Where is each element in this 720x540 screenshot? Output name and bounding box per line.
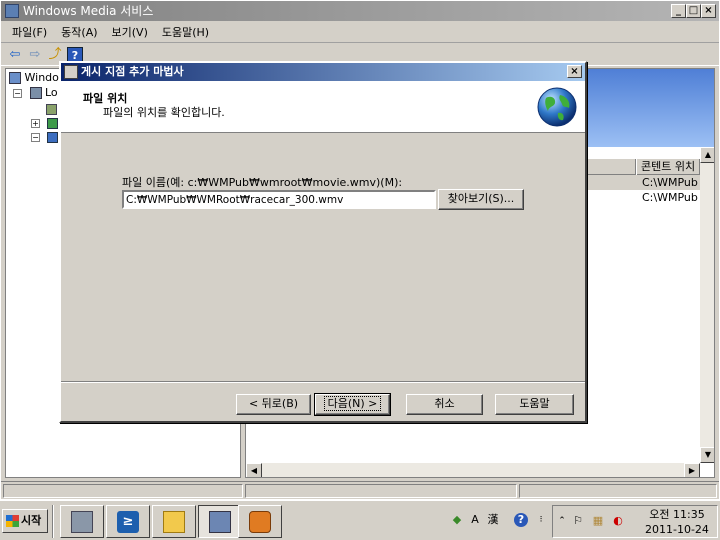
tree-item-child-2[interactable]: + (31, 116, 58, 129)
ime-mode[interactable]: A (468, 513, 482, 527)
ime-hanja[interactable]: 漢 (486, 513, 500, 527)
volume-muted-icon[interactable]: ◐ (611, 514, 625, 528)
powershell-icon: ≥ (117, 511, 139, 533)
clock[interactable]: 오전 11:35 2011-10-24 (645, 507, 709, 537)
help-button[interactable]: 도움말 (495, 394, 574, 415)
main-title-bar[interactable]: Windows Media 서비스 _ □ × (1, 1, 719, 21)
menu-file[interactable]: 파일(F) (5, 24, 54, 40)
next-button-label: 다음(N) > (323, 396, 382, 411)
horizontal-scrollbar[interactable]: ◀ ▶ (246, 463, 700, 477)
taskbar-divider (52, 505, 54, 538)
wizard-page-subtitle: 파일의 위치를 확인합니다. (103, 106, 225, 119)
language-bar: ◆ A 漢 ? ⁝ (446, 505, 550, 538)
status-bar (1, 481, 719, 499)
dialog-title-bar[interactable]: 게시 지점 추가 마법사 × (61, 63, 585, 81)
node-icon (46, 103, 57, 115)
back-button[interactable]: < 뒤로(B) (236, 394, 311, 415)
wizard-header: 파일 위치 파일의 위치를 확인합니다. (61, 81, 585, 133)
wizard-icon (64, 65, 78, 79)
scroll-right-icon[interactable]: ▶ (684, 463, 700, 477)
tree-item-root-label: Windo (24, 71, 59, 84)
ime-status-icon[interactable]: ◆ (450, 513, 464, 527)
server-icon (29, 87, 42, 99)
forward-arrow-icon[interactable]: ⇨ (27, 47, 43, 63)
show-hidden-icons-icon[interactable]: ⌃ (555, 514, 569, 528)
media-services-icon (9, 72, 21, 84)
globe-icon (537, 87, 577, 127)
scroll-left-icon[interactable]: ◀ (246, 463, 262, 477)
next-button[interactable]: 다음(N) > (314, 393, 391, 416)
menu-help[interactable]: 도움말(H) (155, 24, 216, 40)
taskbar-powershell[interactable]: ≥ (106, 505, 150, 538)
on-demand-icon (46, 131, 58, 143)
folder-icon (163, 511, 185, 533)
ime-help-icon[interactable]: ? (514, 513, 528, 527)
status-segment (3, 484, 243, 498)
close-button[interactable]: × (701, 4, 716, 18)
expand-icon[interactable]: + (31, 118, 40, 128)
maximize-button[interactable]: □ (686, 4, 701, 18)
network-icon[interactable]: ▦ (591, 514, 605, 528)
collapse-icon[interactable]: − (31, 132, 40, 142)
collapse-icon[interactable]: − (13, 88, 22, 98)
action-center-flag-icon[interactable]: ⚐ (571, 514, 585, 528)
windows-media-services-icon (209, 511, 231, 533)
menu-view[interactable]: 보기(V) (105, 24, 155, 40)
tree-item-child-3[interactable]: − (31, 130, 58, 143)
scroll-up-icon[interactable]: ▲ (700, 147, 714, 163)
minimize-button[interactable]: _ (671, 4, 686, 18)
menu-action[interactable]: 동작(A) (54, 24, 104, 40)
dialog-close-button[interactable]: × (567, 65, 582, 78)
dialog-title: 게시 지점 추가 마법사 (81, 65, 184, 78)
list-item-location: C:\WMPub (642, 176, 698, 189)
cancel-button[interactable]: 취소 (406, 394, 483, 415)
back-arrow-icon[interactable]: ⇦ (7, 47, 23, 63)
ime-options-icon[interactable]: ⁝ (534, 513, 548, 527)
scroll-down-icon[interactable]: ▼ (700, 447, 714, 463)
tree-item-child-1[interactable] (46, 102, 57, 115)
windows-media-icon (5, 4, 19, 18)
menu-bar: 파일(F) 동작(A) 보기(V) 도움말(H) (1, 21, 719, 43)
start-button[interactable]: 시작 (2, 509, 48, 533)
list-item-location: C:\WMPub (642, 191, 698, 204)
server-manager-icon (71, 511, 93, 533)
status-segment (245, 484, 517, 498)
column-header-content-location[interactable]: 콘텐트 위치 (636, 159, 700, 175)
vertical-scrollbar[interactable]: ▲ ▼ (700, 147, 714, 463)
browse-button[interactable]: 찾아보기(S)... (438, 189, 524, 210)
main-window-title: Windows Media 서비스 (23, 4, 154, 18)
media-player-icon (249, 511, 271, 533)
dialog-separator (61, 381, 585, 383)
taskbar-media-player[interactable] (238, 505, 282, 538)
tree-item-root[interactable]: Windo (9, 71, 59, 84)
taskbar-windows-media-services[interactable] (198, 505, 242, 538)
file-name-input[interactable] (122, 190, 436, 209)
tree-item-server[interactable]: − Lo (13, 86, 58, 99)
taskbar-explorer[interactable] (152, 505, 196, 538)
clock-date: 2011-10-24 (645, 523, 709, 536)
status-segment (519, 484, 717, 498)
start-label: 시작 (21, 514, 42, 527)
taskbar: 시작 ≥ ◆ A 漢 ? ⁝ ⌃ ⚐ ▦ ◐ 오전 11:35 2011-10-… (0, 500, 720, 540)
add-publishing-point-wizard: 게시 지점 추가 마법사 × 파일 위치 파일의 위치를 확인합니다. 파일 이… (59, 61, 587, 423)
system-tray: ⌃ ⚐ ▦ ◐ 오전 11:35 2011-10-24 (552, 505, 718, 538)
windows-logo-icon (6, 515, 19, 527)
taskbar-server-manager[interactable] (60, 505, 104, 538)
tree-item-server-label: Lo (45, 86, 58, 99)
clock-time: 오전 11:35 (649, 508, 705, 521)
file-name-label: 파일 이름(예: c:₩WMPub₩wmroot₩movie.wmv)(M): (122, 176, 403, 189)
publishing-points-icon (46, 117, 58, 129)
